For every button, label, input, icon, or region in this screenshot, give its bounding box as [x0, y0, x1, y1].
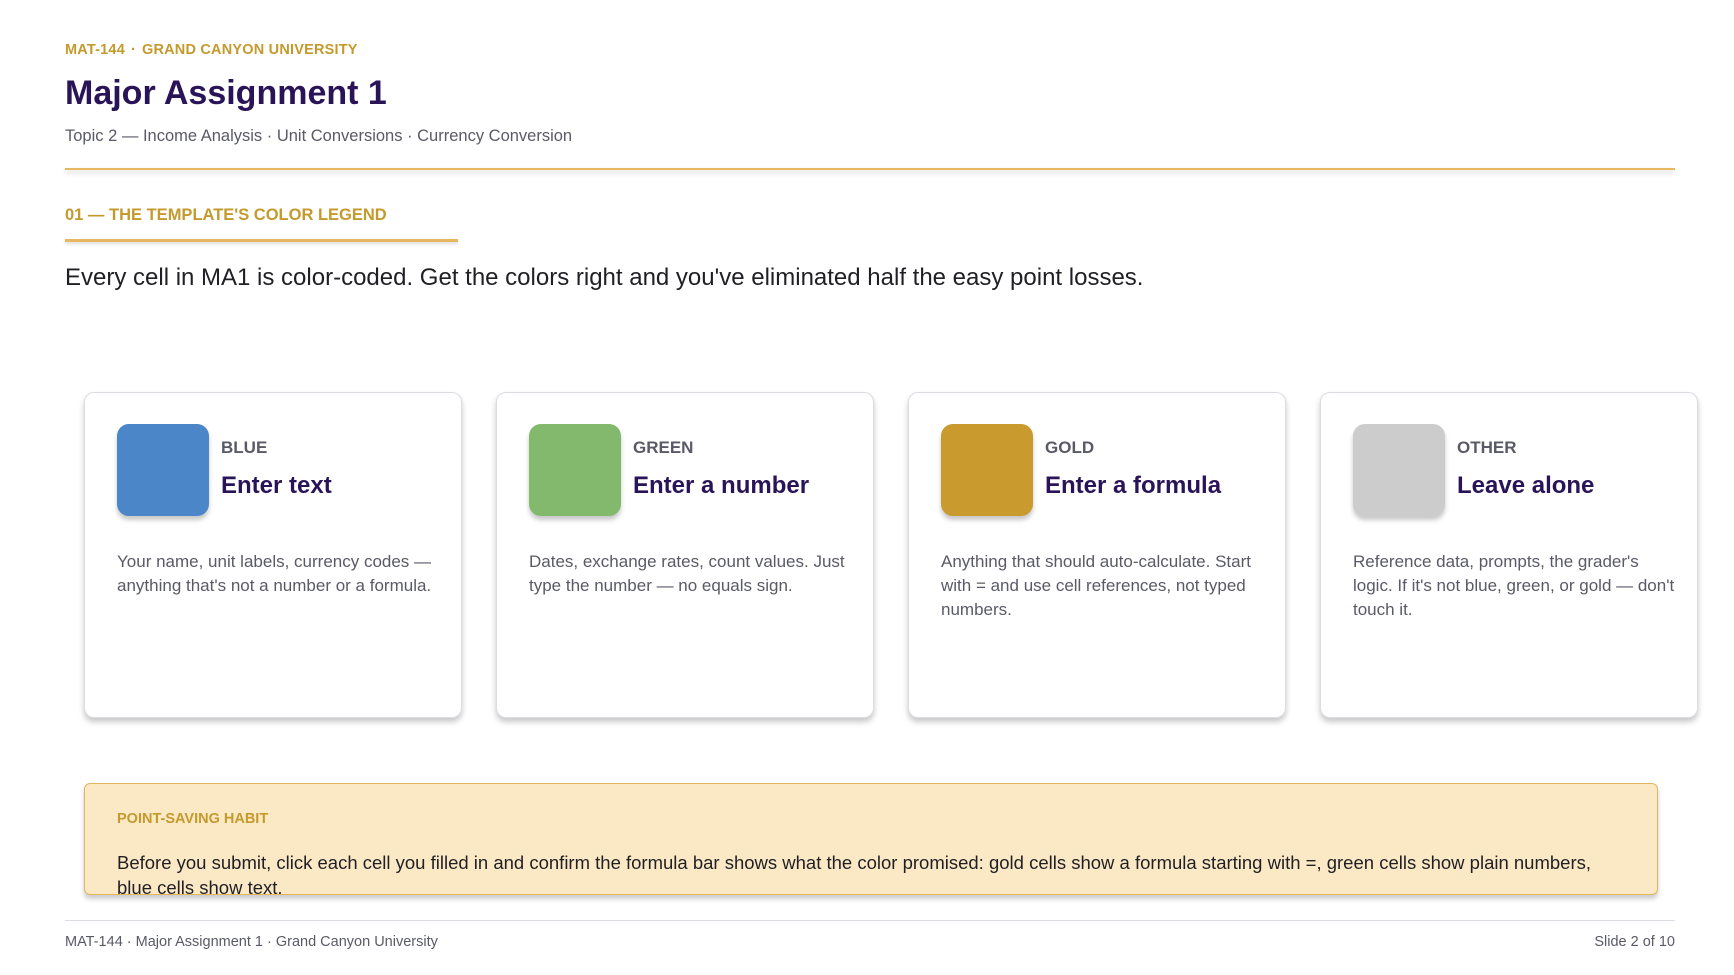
footer-divider: [65, 920, 1675, 921]
card-heading: Enter text: [221, 472, 332, 499]
color-swatch-gold: [941, 424, 1033, 516]
card-heading: Leave alone: [1457, 472, 1595, 499]
header-divider: [65, 168, 1675, 170]
section-underline: [65, 239, 458, 242]
card-kicker: GREEN: [633, 438, 694, 457]
section-label: 01 — THE TEMPLATE'S COLOR LEGEND: [65, 206, 387, 224]
legend-card-gold: GOLD Enter a formula Anything that shoul…: [908, 392, 1286, 718]
card-kicker: OTHER: [1457, 438, 1517, 457]
card-description: Dates, exchange rates, count values. Jus…: [529, 552, 845, 595]
color-swatch-other: [1353, 424, 1445, 516]
university-name: GRAND CANYON UNIVERSITY: [141, 42, 358, 58]
card-heading: Enter a formula: [1045, 472, 1222, 499]
card-kicker: GOLD: [1045, 438, 1095, 457]
page-title: Major Assignment 1: [65, 74, 387, 112]
course-code: MAT-144: [65, 42, 125, 58]
section-lead: Every cell in MA1 is color-coded. Get th…: [65, 264, 1144, 291]
color-swatch-blue: [117, 424, 209, 516]
card-description: Anything that should auto-calculate. Sta…: [941, 552, 1251, 619]
slide-number: Slide 2 of 10: [1594, 934, 1675, 950]
card-description: Your name, unit labels, currency codes —…: [117, 552, 432, 595]
card-heading: Enter a number: [633, 472, 810, 499]
legend-card-green: GREEN Enter a number Dates, exchange rat…: [496, 392, 874, 718]
card-kicker: BLUE: [221, 438, 268, 457]
legend-card-other: OTHER Leave alone Reference data, prompt…: [1320, 392, 1698, 718]
color-swatch-green: [529, 424, 621, 516]
callout-text: Before you submit, click each cell you f…: [117, 852, 1592, 895]
page-subtitle: Topic 2 — Income Analysis · Unit Convers…: [65, 127, 573, 145]
point-saving-callout: POINT-SAVING HABIT Before you submit, cl…: [84, 783, 1658, 895]
card-description: Reference data, prompts, the grader's lo…: [1353, 552, 1675, 619]
footer-course-info: MAT-144 · Major Assignment 1 · Grand Can…: [65, 934, 438, 950]
course-eyebrow: MAT-144 · GRAND CANYON UNIVERSITY: [65, 42, 358, 58]
legend-card-blue: BLUE Enter text Your name, unit labels, …: [84, 392, 462, 718]
eyebrow-separator: ·: [130, 42, 136, 58]
callout-label: POINT-SAVING HABIT: [117, 811, 269, 827]
